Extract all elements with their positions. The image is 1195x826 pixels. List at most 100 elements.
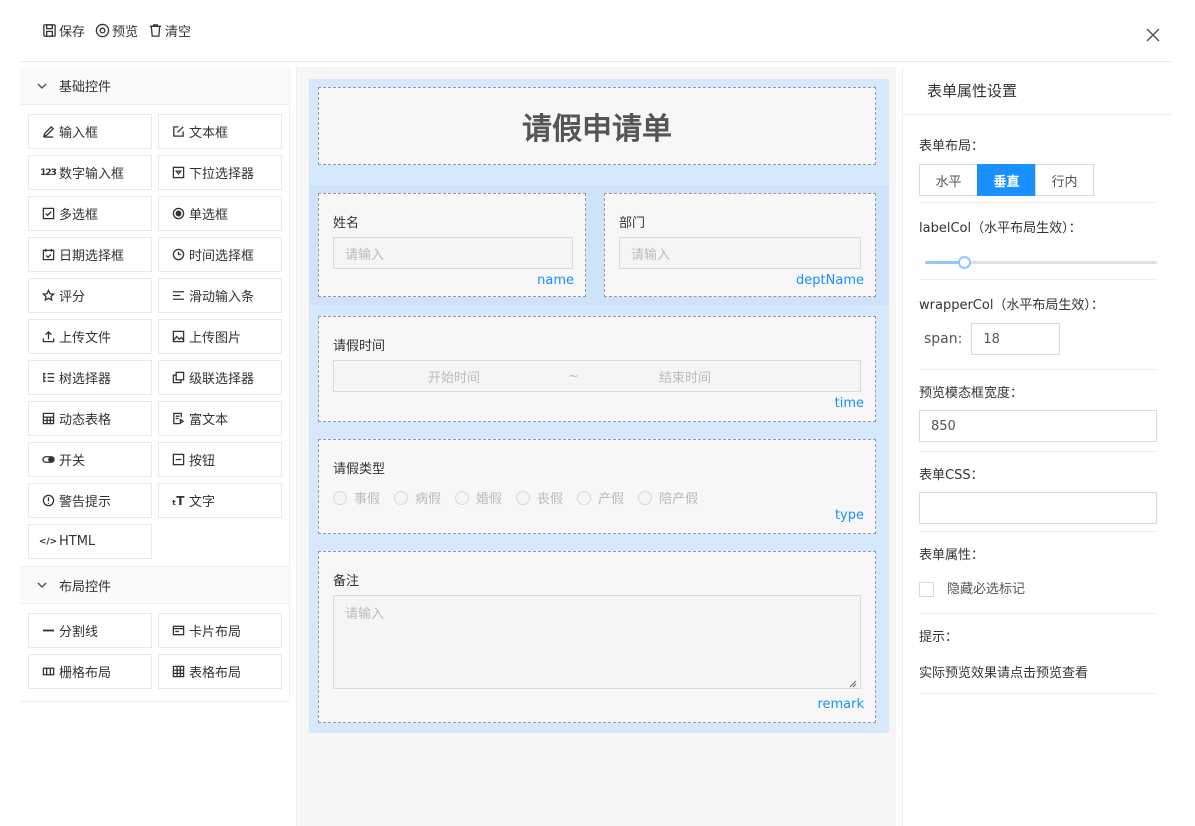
layout-controls-header[interactable]: 布局控件 [20,566,289,604]
radio-icon [171,207,185,221]
dept-input[interactable]: 请输入 [619,237,861,269]
control-label: 滑动输入条 [189,290,255,305]
time-key: time [834,396,864,411]
control-card[interactable]: 卡片布局 [158,613,282,648]
control-clock[interactable]: 时间选择框 [158,237,282,272]
divider-icon [41,624,55,638]
control-dropdown-box[interactable]: 下拉选择器 [158,155,282,190]
control-star[interactable]: 评分 [28,278,152,313]
tree-list-icon [41,371,55,385]
chevron-down-icon [37,82,47,89]
properties-title: 表单属性设置 [903,67,1172,115]
save-button[interactable]: 保存 [42,21,85,40]
control-tree-list[interactable]: 树选择器 [28,360,152,395]
control-checkbox[interactable]: 多选框 [28,196,152,231]
type-radio-option[interactable]: 产假 [577,488,624,507]
control-cascade[interactable]: 级联选择器 [158,360,282,395]
control-label: 栅格布局 [59,666,112,681]
span-input[interactable]: 18 [971,323,1061,355]
type-radio-option[interactable]: 陪产假 [638,488,698,507]
span-label: span: [924,331,963,347]
control-code[interactable]: </> HTML [28,524,152,559]
control-panel: 基础控件 输入框 文本框 123 数字输入框 下拉选择器多选框 单选框 日期选择框 时间选择框… [20,67,290,702]
control-image[interactable]: 上传图片 [158,319,282,354]
attr-label: 表单属性： [919,548,985,563]
basic-controls-header[interactable]: 基础控件 [20,67,289,105]
type-radio-label: 婚假 [476,492,503,507]
layout-option[interactable]: 垂直 [977,164,1036,196]
control-label: 多选框 [59,208,99,223]
time-field-block[interactable]: 请假时间 开始时间 ~ 结束时间 time [318,316,876,422]
type-radio-option[interactable]: 病假 [394,488,441,507]
control-label: 卡片布局 [189,625,242,640]
control-label: 开关 [59,454,86,469]
clear-button[interactable]: 清空 [148,21,191,40]
radio-circle-icon [333,490,347,505]
type-label: 请假类型 [333,462,386,477]
hide-required-option[interactable]: 隐藏必选标记 [919,578,1157,597]
close-button[interactable] [1146,28,1164,46]
grid-columns-icon [41,665,55,679]
labelcol-label: labelCol（水平布局生效）： [919,221,1082,236]
properties-panel: 表单属性设置 表单布局： 水平 垂直 行内 labelCol（水平布局生效）： wr… [902,67,1172,826]
type-radio-option[interactable]: 婚假 [455,488,502,507]
name-field-block[interactable]: 姓名 请输入 name [318,193,586,297]
css-section: 表单CSS： [919,452,1157,532]
control-text-size[interactable]: ₜT 文字 [158,483,282,518]
modal-width-input[interactable]: 850 [919,410,1157,442]
control-table[interactable]: 动态表格 [28,401,152,436]
control-radio[interactable]: 单选框 [158,196,282,231]
type-key: type [834,508,864,523]
control-grid-columns[interactable]: 栅格布局 [28,654,152,689]
dropdown-box-icon [171,166,185,180]
button-minus-icon [171,453,185,467]
type-radio-option[interactable]: 事假 [333,488,380,507]
table-icon [41,412,55,426]
control-divider[interactable]: 分割线 [28,613,152,648]
control-edit-box[interactable]: 文本框 [158,114,282,149]
control-pencil[interactable]: 输入框 [28,114,152,149]
layout-option[interactable]: 水平 [919,164,978,196]
resize-handle-icon[interactable] [849,677,857,688]
remark-textarea[interactable]: 请输入 [333,595,861,689]
layout-option[interactable]: 行内 [1035,164,1094,196]
type-radio-label: 产假 [598,492,625,507]
form-title-block[interactable]: 请假申请单 [318,87,876,165]
type-radio-label: 丧假 [537,492,564,507]
control-label: 输入框 [59,126,99,141]
hide-required-text: 隐藏必选标记 [947,582,1026,597]
remark-label: 备注 [333,574,360,589]
rich-text-icon [171,412,185,426]
control-calendar[interactable]: 日期选择框 [28,237,152,272]
control-upload[interactable]: 上传文件 [28,319,152,354]
control-table-layout[interactable]: 表格布局 [158,654,282,689]
labelcol-slider[interactable] [919,254,1157,270]
date-range-picker[interactable]: 开始时间 ~ 结束时间 [333,360,861,392]
dept-field-block[interactable]: 部门 请输入 deptName [604,193,876,297]
remark-field-block[interactable]: 备注 请输入 remark [318,551,876,723]
control-alert[interactable]: 警告提示 [28,483,152,518]
type-field-block[interactable]: 请假类型 事假 病假 婚假 丧假 产假 陪产假 type [318,439,876,534]
layout-label: 表单布局： [919,139,985,154]
control-number-123[interactable]: 123 数字输入框 [28,155,152,190]
end-time-placeholder: 结束时间 [659,370,712,386]
type-radio-label: 陪产假 [659,492,699,507]
control-switch[interactable]: 开关 [28,442,152,477]
control-slider-lines[interactable]: 滑动输入条 [158,278,282,313]
slider-lines-icon [171,289,185,303]
css-input[interactable] [919,492,1157,524]
preview-button[interactable]: 预览 [95,21,138,40]
modal-width-label: 预览模态框宽度： [919,386,1024,401]
form-designer: 保存 预览 清空 基础控件 输入框 文本框 123 数字输入框 下拉选择器多选框 单选框日… [0,0,1195,826]
edit-box-icon [171,125,185,139]
control-button-minus[interactable]: 按钮 [158,442,282,477]
control-label: 警告提示 [59,495,112,510]
slider-handle[interactable] [958,256,971,269]
hide-required-checkbox[interactable] [919,582,934,597]
save-icon [43,24,56,37]
control-label: HTML [59,534,96,549]
form-canvas: 请假申请单 姓名 请输入 name 部门 请输入 deptName 请假时间 开… [296,67,896,826]
name-input[interactable]: 请输入 [333,237,573,269]
control-rich-text[interactable]: 富文本 [158,401,282,436]
type-radio-option[interactable]: 丧假 [516,488,563,507]
